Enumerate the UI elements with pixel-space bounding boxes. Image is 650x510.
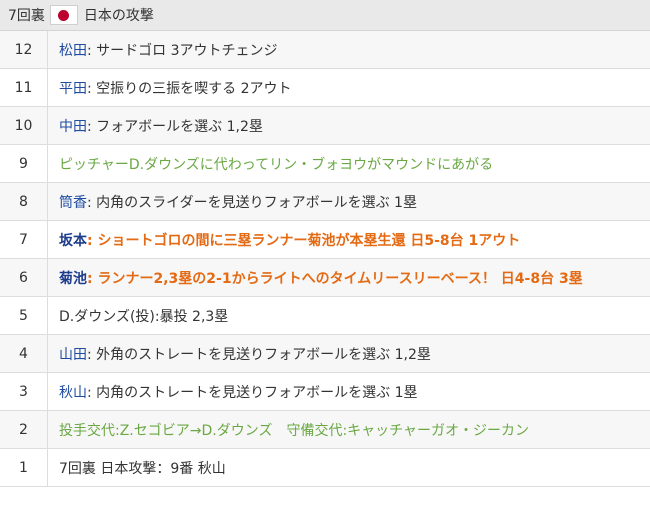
play-description: 秋山: 内角のストレートを見送りフォアボールを選ぶ 1塁 xyxy=(47,372,650,411)
play-number: 9 xyxy=(0,144,48,183)
table-row: 8 筒香: 内角のスライダーを見送りフォアボールを選ぶ 1塁 xyxy=(0,182,650,221)
play-description: 7回裏 日本攻撃：9番 秋山 xyxy=(47,448,650,487)
table-row: 1 7回裏 日本攻撃：9番 秋山 xyxy=(0,448,650,487)
play-description: 松田: サードゴロ 3アウトチェンジ xyxy=(47,31,650,69)
player-link[interactable]: 松田 xyxy=(59,43,87,59)
play-description: 中田: フォアボールを選ぶ 1,2塁 xyxy=(47,106,650,145)
table-row: 4 山田: 外角のストレートを見送りフォアボールを選ぶ 1,2塁 xyxy=(0,334,650,373)
play-number: 10 xyxy=(0,106,48,145)
inning-header: 7回裏 日本の攻撃 xyxy=(0,0,650,31)
play-description: 筒香: 内角のスライダーを見送りフォアボールを選ぶ 1塁 xyxy=(47,182,650,221)
play-description: D.ダウンズ(投):暴投 2,3塁 xyxy=(47,296,650,335)
play-number: 3 xyxy=(0,372,48,411)
play-description: 菊池: ランナー2,3塁の2-1からライトへのタイムリースリーベース！ 日4-8… xyxy=(47,258,650,297)
player-link[interactable]: 菊池 xyxy=(59,271,87,287)
play-description: 坂本: ショートゴロの間に三塁ランナー菊池が本塁生還 日5-8台 1アウト xyxy=(47,220,650,259)
table-row: 9 ピッチャーD.ダウンズに代わってリン・ブォヨウがマウンドにあがる xyxy=(0,144,650,183)
player-link[interactable]: 平田 xyxy=(59,81,87,97)
japan-flag-icon xyxy=(49,5,78,25)
table-row: 11 平田: 空振りの三振を喫する 2アウト xyxy=(0,68,650,107)
table-row: 6 菊池: ランナー2,3塁の2-1からライトへのタイムリースリーベース！ 日4… xyxy=(0,258,650,297)
table-row: 3 秋山: 内角のストレートを見送りフォアボールを選ぶ 1塁 xyxy=(0,372,650,411)
header-title: 日本の攻撃 xyxy=(83,8,154,24)
play-description: 平田: 空振りの三振を喫する 2アウト xyxy=(47,68,650,107)
table-row: 5 D.ダウンズ(投):暴投 2,3塁 xyxy=(0,296,650,335)
player-link[interactable]: 筒香 xyxy=(59,195,87,211)
player-link[interactable]: 秋山 xyxy=(59,385,87,401)
player-link[interactable]: 中田 xyxy=(59,119,87,135)
play-number: 7 xyxy=(0,220,48,259)
play-by-play-table: 12 松田: サードゴロ 3アウトチェンジ 11 平田: 空振りの三振を喫する … xyxy=(0,31,650,487)
table-row: 2 投手交代:Z.セゴビア→D.ダウンズ 守備交代:キャッチャーガオ・ジーカン xyxy=(0,410,650,449)
play-number: 12 xyxy=(0,31,48,69)
play-number: 2 xyxy=(0,410,48,449)
table-row: 12 松田: サードゴロ 3アウトチェンジ xyxy=(0,31,650,69)
play-description: 山田: 外角のストレートを見送りフォアボールを選ぶ 1,2塁 xyxy=(47,334,650,373)
play-number: 11 xyxy=(0,68,48,107)
table-row: 7 坂本: ショートゴロの間に三塁ランナー菊池が本塁生還 日5-8台 1アウト xyxy=(0,220,650,259)
play-number: 6 xyxy=(0,258,48,297)
play-number: 1 xyxy=(0,448,48,487)
table-row: 10 中田: フォアボールを選ぶ 1,2塁 xyxy=(0,106,650,145)
play-number: 5 xyxy=(0,296,48,335)
inning-label: 7回裏 xyxy=(8,8,45,24)
play-description: 投手交代:Z.セゴビア→D.ダウンズ 守備交代:キャッチャーガオ・ジーカン xyxy=(47,410,650,449)
play-number: 4 xyxy=(0,334,48,373)
play-description: ピッチャーD.ダウンズに代わってリン・ブォヨウがマウンドにあがる xyxy=(47,144,650,183)
play-number: 8 xyxy=(0,182,48,221)
player-link[interactable]: 山田 xyxy=(59,347,87,363)
player-link[interactable]: 坂本 xyxy=(59,233,87,249)
